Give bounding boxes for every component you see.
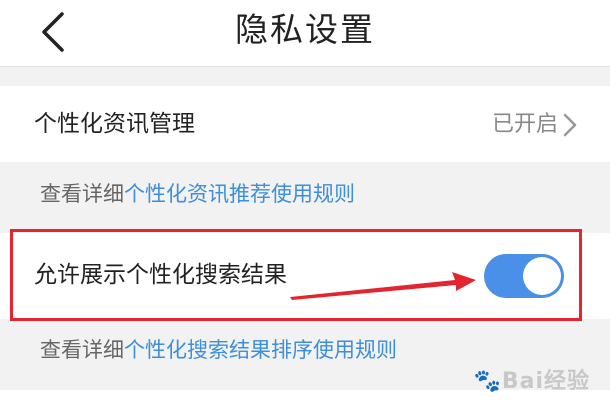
search-rules-link[interactable]: 个性化搜索结果排序使用规则 <box>124 338 397 362</box>
header-bar: 隐私设置 <box>0 0 610 67</box>
news-rules-note: 查看详细个性化资讯推荐使用规则 <box>40 180 355 208</box>
personalized-news-management-row[interactable]: 个性化资讯管理 已开启 <box>0 86 610 162</box>
personalized-search-toggle[interactable] <box>484 254 564 298</box>
toggle-knob <box>523 257 561 295</box>
row-status-value: 已开启 <box>491 112 558 137</box>
note-prefix: 查看详细 <box>40 338 124 362</box>
page-title: 隐私设置 <box>235 10 375 49</box>
row-label: 个性化资讯管理 <box>34 111 195 137</box>
row-label: 允许展示个性化搜索结果 <box>34 262 287 288</box>
paw-logo-icon: 🐾 <box>473 369 502 394</box>
search-rules-note: 查看详细个性化搜索结果排序使用规则 <box>40 336 397 364</box>
news-rules-link[interactable]: 个性化资讯推荐使用规则 <box>124 182 355 206</box>
baidu-jingyan-watermark: 🐾Bai经验 <box>473 369 590 394</box>
chevron-right-icon <box>563 113 577 137</box>
note-prefix: 查看详细 <box>40 182 124 206</box>
